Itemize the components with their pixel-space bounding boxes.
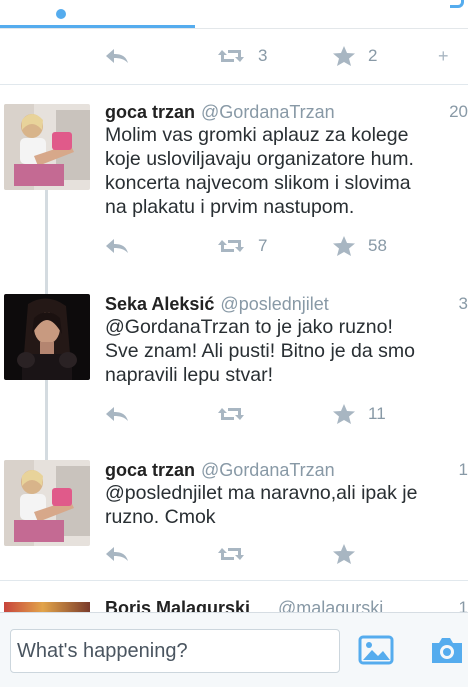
compose-input[interactable]: What's happening? <box>10 629 340 673</box>
tweet-time: 1 <box>458 460 468 479</box>
star-icon <box>333 46 355 66</box>
retweet-icon <box>218 240 244 252</box>
avatar[interactable] <box>4 602 90 612</box>
reply-icon <box>106 49 128 63</box>
photo-button[interactable] <box>358 635 394 670</box>
tweet-divider <box>0 84 468 85</box>
user-name[interactable]: goca trzan <box>105 460 195 480</box>
active-tab-dot[interactable] <box>56 9 66 19</box>
reply-button[interactable] <box>104 42 130 70</box>
top-tab-bar <box>0 0 468 30</box>
favorite-count: 2 <box>368 46 378 65</box>
user-handle[interactable]: @GordanaTrzan <box>201 102 335 122</box>
avatar-image <box>4 104 90 190</box>
camera-icon <box>432 638 462 663</box>
user-handle[interactable]: @GordanaTrzan <box>201 460 335 480</box>
retweet-count: 3 <box>258 46 268 65</box>
tweet-actions <box>104 540 468 568</box>
tweet-item[interactable]: Seka Aleksić @poslednjilet 3 @GordanaTrza… <box>0 292 468 462</box>
tweet-header: Seka Aleksić @poslednjilet <box>105 292 329 316</box>
retweet-button[interactable]: 3 <box>216 42 267 70</box>
retweet-button[interactable] <box>216 540 258 568</box>
favorite-button[interactable]: 2 <box>332 42 377 70</box>
avatar[interactable] <box>4 460 90 546</box>
corner-icon[interactable] <box>450 0 464 8</box>
tweet-header: goca trzan @GordanaTrzan <box>105 100 335 124</box>
avatar[interactable] <box>4 294 90 380</box>
retweet-count: 7 <box>258 236 268 255</box>
follow-plus-icon: + <box>438 45 449 66</box>
photo-icon <box>358 635 394 665</box>
retweet-icon <box>218 50 244 62</box>
reply-button[interactable] <box>104 400 130 428</box>
top-tweet-actions: 3 2 + <box>104 42 468 70</box>
tab-bar-divider <box>0 28 468 29</box>
tweet-item[interactable]: goca trzan @GordanaTrzan 1 @poslednjilet … <box>0 458 468 588</box>
retweet-button[interactable] <box>216 400 258 428</box>
tweet-time: 1 <box>458 598 468 612</box>
user-handle[interactable]: @poslednjilet <box>220 294 328 314</box>
tweet-text: @GordanaTrzan to je jako ruzno! Sve znam… <box>105 316 415 386</box>
reply-button[interactable] <box>104 232 130 260</box>
star-icon <box>333 404 355 424</box>
camera-button[interactable] <box>428 635 464 670</box>
compose-bar: What's happening? <box>0 612 468 687</box>
tweet-time: 20 <box>449 102 468 121</box>
tweet-time: 3 <box>458 294 468 313</box>
tweet-divider <box>0 580 468 581</box>
favorite-count: 11 <box>368 404 386 423</box>
user-name[interactable]: Boris Malagurski <box>105 598 250 612</box>
reply-icon <box>106 547 128 561</box>
favorite-button[interactable] <box>332 540 368 568</box>
reply-button[interactable] <box>104 540 130 568</box>
reply-icon <box>106 407 128 421</box>
avatar-image <box>4 460 90 546</box>
retweet-icon <box>218 548 244 560</box>
avatar[interactable] <box>4 104 90 190</box>
favorite-button[interactable]: 58 <box>332 232 387 260</box>
favorite-count: 58 <box>368 236 387 255</box>
retweet-icon <box>218 408 244 420</box>
user-handle[interactable]: @malagurski <box>278 598 383 612</box>
tweet-text: @poslednjilet ma naravno,ali ipak je ruz… <box>105 482 418 528</box>
tweet-header: goca trzan @GordanaTrzan <box>105 458 335 482</box>
tweet-actions: 11 <box>104 400 468 428</box>
follow-button[interactable]: + <box>438 42 449 70</box>
star-icon <box>333 236 355 256</box>
user-name[interactable]: goca trzan <box>105 102 195 122</box>
user-name[interactable]: Seka Aleksić <box>105 294 214 314</box>
reply-icon <box>106 239 128 253</box>
tweet-actions: 7 58 <box>104 232 468 260</box>
star-icon <box>333 544 355 564</box>
favorite-button[interactable]: 11 <box>332 400 386 428</box>
tweet-text: Molim vas gromki aplauz za kolege koje u… <box>105 124 414 218</box>
partial-tweet[interactable]: Boris Malagurski @malagurski 1 <box>0 592 468 612</box>
retweet-button[interactable]: 7 <box>216 232 267 260</box>
avatar-image <box>4 294 90 380</box>
